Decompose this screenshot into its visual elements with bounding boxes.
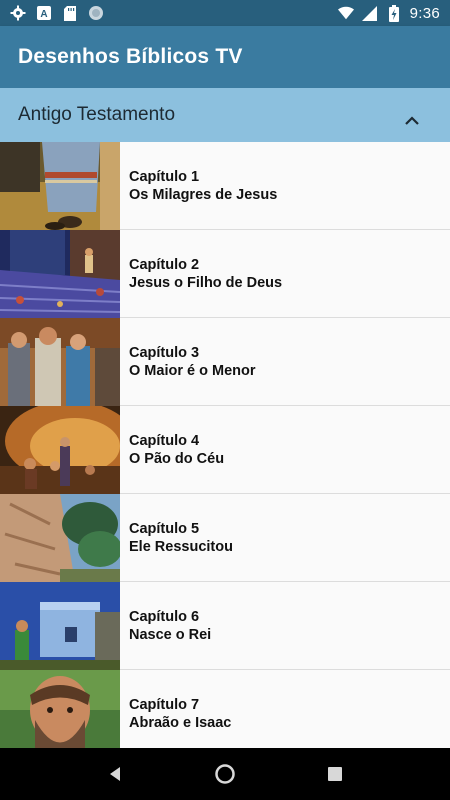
item-text: Capítulo 2 Jesus o Filho de Deus xyxy=(120,230,282,317)
item-text: Capítulo 4 O Pão do Céu xyxy=(120,406,224,493)
item-text: Capítulo 6 Nasce o Rei xyxy=(120,582,211,669)
recents-icon[interactable] xyxy=(315,754,355,794)
item-title: O Pão do Céu xyxy=(129,450,225,467)
list-item[interactable]: Capítulo 4 O Pão do Céu xyxy=(0,406,450,494)
status-time: 9:36 xyxy=(409,4,440,22)
home-icon[interactable] xyxy=(205,754,245,794)
item-text: Capítulo 5 Ele Ressucitou xyxy=(120,494,233,581)
thumbnail-image xyxy=(0,142,120,230)
item-chapter: Capítulo 1 xyxy=(129,168,200,185)
thumbnail-image xyxy=(0,318,120,406)
list-item[interactable]: Capítulo 3 O Maior é o Menor xyxy=(0,318,450,406)
item-chapter: Capítulo 5 xyxy=(129,520,200,537)
status-left-icons: A xyxy=(10,5,104,21)
chapter-list[interactable]: Capítulo 1 Os Milagres de Jesus Capítulo… xyxy=(0,142,450,748)
item-chapter: Capítulo 4 xyxy=(129,432,200,449)
item-chapter: Capítulo 3 xyxy=(129,344,200,361)
status-bar: A 9:36 xyxy=(0,0,450,26)
app-title: Desenhos Bíblicos TV xyxy=(18,45,243,68)
item-chapter: Capítulo 6 xyxy=(129,608,200,625)
app-bar: Desenhos Bíblicos TV xyxy=(0,26,450,88)
item-title: O Maior é o Menor xyxy=(129,362,256,379)
item-text: Capítulo 7 Abraão e Isaac xyxy=(120,670,231,748)
battery-charging-icon xyxy=(386,4,402,22)
section-title: Antigo Testamento xyxy=(18,104,176,125)
thumbnail-image xyxy=(0,582,120,670)
item-title: Nasce o Rei xyxy=(129,626,212,643)
item-title: Abraão e Isaac xyxy=(129,714,232,731)
chevron-up-icon[interactable] xyxy=(402,112,422,128)
section-header[interactable]: Antigo Testamento xyxy=(0,88,450,142)
item-title: Ele Ressucitou xyxy=(129,538,233,555)
status-right-icons: 9:36 xyxy=(337,4,440,22)
list-item[interactable]: Capítulo 6 Nasce o Rei xyxy=(0,582,450,670)
sync-circle-icon xyxy=(88,5,104,21)
item-text: Capítulo 1 Os Milagres de Jesus xyxy=(120,142,277,229)
wifi-icon xyxy=(337,5,354,21)
thumbnail-image xyxy=(0,494,120,582)
svg-text:A: A xyxy=(40,9,47,20)
font-a-icon: A xyxy=(36,5,52,21)
sd-card-icon xyxy=(62,5,78,21)
thumbnail-image xyxy=(0,230,120,318)
list-item[interactable]: Capítulo 1 Os Milagres de Jesus xyxy=(0,142,450,230)
item-chapter: Capítulo 2 xyxy=(129,256,200,273)
navigation-bar xyxy=(0,748,450,800)
thumbnail-image xyxy=(0,670,120,748)
item-text: Capítulo 3 O Maior é o Menor xyxy=(120,318,256,405)
back-icon[interactable] xyxy=(95,754,135,794)
gear-icon xyxy=(10,5,26,21)
item-chapter: Capítulo 7 xyxy=(129,696,200,713)
list-item[interactable]: Capítulo 2 Jesus o Filho de Deus xyxy=(0,230,450,318)
item-title: Jesus o Filho de Deus xyxy=(129,274,283,291)
list-item[interactable]: Capítulo 5 Ele Ressucitou xyxy=(0,494,450,582)
signal-icon xyxy=(362,5,378,21)
item-title: Os Milagres de Jesus xyxy=(129,186,278,203)
thumbnail-image xyxy=(0,406,120,494)
list-item[interactable]: Capítulo 7 Abraão e Isaac xyxy=(0,670,450,748)
